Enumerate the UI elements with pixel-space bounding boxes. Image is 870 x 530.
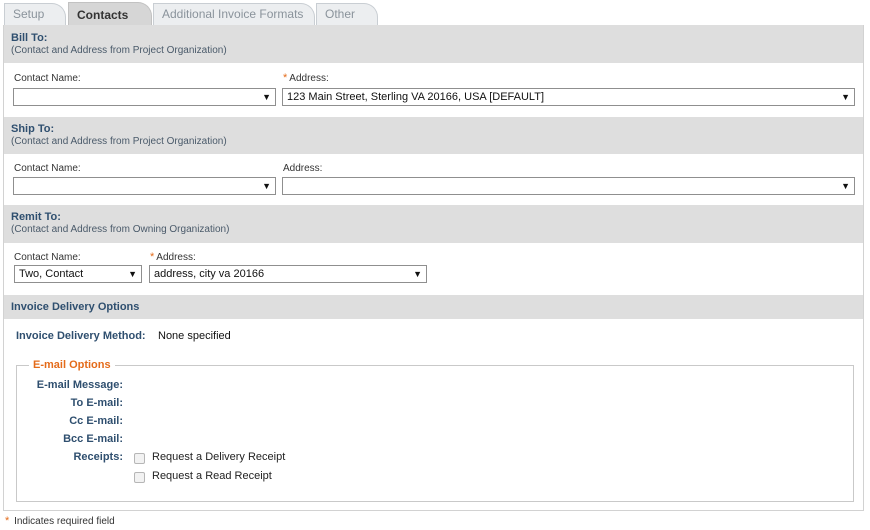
ship-to-header: Ship To: (Contact and Address from Proje… — [4, 117, 863, 154]
remit-to-address-label: Address: — [156, 252, 196, 263]
remit-to-title: Remit To: — [11, 211, 61, 223]
delivery-method-label: Invoice Delivery Method: — [16, 330, 146, 342]
receipts-label: Receipts: — [73, 451, 123, 463]
delivery-receipt-checkbox[interactable] — [134, 453, 145, 464]
chevron-down-icon: ▼ — [841, 92, 850, 102]
contacts-panel: Bill To: (Contact and Address from Proje… — [3, 25, 864, 511]
bill-to-address-value: 123 Main Street, Sterling VA 20166, USA … — [287, 91, 545, 103]
required-asterisk: * — [283, 72, 288, 84]
ship-to-title: Ship To: — [11, 123, 55, 135]
remit-to-subtitle: (Contact and Address from Owning Organiz… — [11, 224, 230, 235]
bill-to-contact-label: Contact Name: — [14, 73, 81, 84]
email-message-label: E-mail Message: — [36, 379, 123, 391]
required-asterisk: * — [150, 251, 155, 263]
bill-to-address-select[interactable]: 123 Main Street, Sterling VA 20166, USA … — [282, 88, 855, 106]
footnote-text: Indicates required field — [14, 516, 115, 527]
remit-to-contact-select[interactable]: Two, Contact ▼ — [14, 265, 142, 283]
required-footnote: * Indicates required field — [5, 515, 115, 527]
tab-setup[interactable]: Setup — [4, 3, 66, 26]
cc-email-label: Cc E-mail: — [69, 415, 123, 427]
remit-to-header: Remit To: (Contact and Address from Owni… — [4, 205, 863, 243]
ship-to-contact-select[interactable]: ▼ — [13, 177, 276, 195]
bill-to-subtitle: (Contact and Address from Project Organi… — [11, 45, 227, 56]
bcc-email-label: Bcc E-mail: — [63, 433, 123, 445]
ship-to-address-label: Address: — [283, 163, 323, 174]
remit-to-address-select[interactable]: address, city va 20166 ▼ — [149, 265, 427, 283]
delivery-receipt-label: Request a Delivery Receipt — [152, 451, 286, 463]
remit-to-contact-label: Contact Name: — [14, 252, 81, 263]
chevron-down-icon: ▼ — [841, 181, 850, 191]
remit-to-contact-value: Two, Contact — [19, 268, 84, 280]
delivery-method-value: None specified — [158, 330, 231, 342]
delivery-options-title: Invoice Delivery Options — [11, 301, 140, 313]
bill-to-title: Bill To: — [11, 32, 48, 44]
tab-additional-invoice-formats[interactable]: Additional Invoice Formats — [153, 3, 315, 26]
email-options-legend: E-mail Options — [33, 359, 111, 371]
ship-to-subtitle: (Contact and Address from Project Organi… — [11, 136, 227, 147]
chevron-down-icon: ▼ — [262, 92, 271, 102]
remit-to-address-value: address, city va 20166 — [154, 268, 265, 280]
remit-to-address-label-wrap: * Address: — [150, 251, 196, 263]
bill-to-address-label-wrap: * Address: — [283, 72, 329, 84]
chevron-down-icon: ▼ — [128, 269, 137, 279]
chevron-down-icon: ▼ — [413, 269, 422, 279]
ship-to-address-select[interactable]: ▼ — [282, 177, 855, 195]
tab-contacts[interactable]: Contacts — [68, 2, 152, 26]
chevron-down-icon: ▼ — [262, 181, 271, 191]
bill-to-header: Bill To: (Contact and Address from Proje… — [4, 25, 863, 63]
bill-to-address-label: Address: — [289, 73, 329, 84]
read-receipt-checkbox[interactable] — [134, 472, 145, 483]
tab-bar: Setup Contacts Additional Invoice Format… — [0, 0, 870, 26]
ship-to-contact-label: Contact Name: — [14, 163, 81, 174]
required-asterisk: * — [5, 515, 10, 527]
delivery-options-header: Invoice Delivery Options — [4, 295, 863, 319]
to-email-label: To E-mail: — [70, 397, 123, 409]
bill-to-contact-select[interactable]: ▼ — [13, 88, 276, 106]
read-receipt-label: Request a Read Receipt — [152, 470, 272, 482]
tab-other[interactable]: Other — [316, 3, 378, 26]
